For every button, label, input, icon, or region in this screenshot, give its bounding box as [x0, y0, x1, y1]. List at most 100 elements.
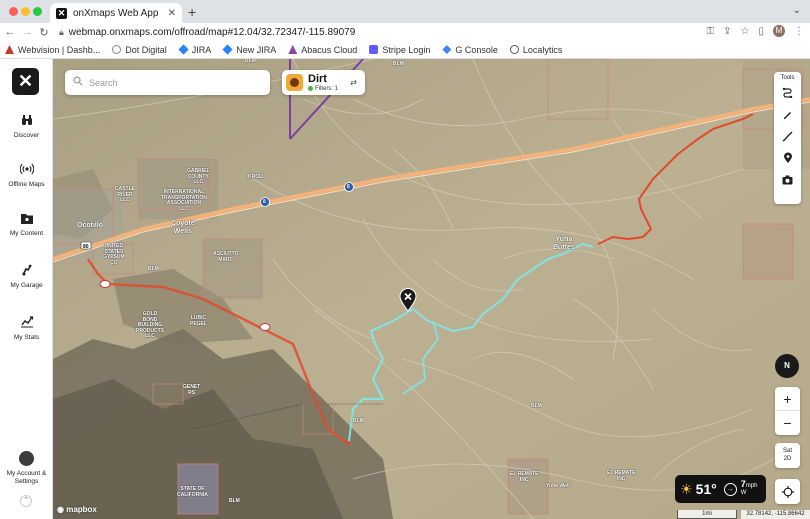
onx-logo[interactable]: ✕	[12, 68, 39, 95]
add-photo-button[interactable]	[774, 169, 801, 191]
forward-button[interactable]: →	[20, 26, 34, 38]
wind-readout: 7mph W	[741, 480, 758, 497]
draw-line-button[interactable]	[774, 103, 801, 125]
map-label: CASTLE RIVER LLC	[115, 186, 135, 203]
map-search-bar[interactable]	[65, 70, 270, 95]
sidebar-item-discover[interactable]: Discover	[0, 112, 53, 140]
profile-avatar[interactable]: M	[773, 25, 785, 37]
camera-icon	[782, 175, 793, 185]
swap-arrows-icon[interactable]: ⇄	[350, 78, 357, 87]
sidebar-item-my-stats[interactable]: My Stats	[0, 314, 53, 342]
bookmark-localytics[interactable]: Localytics	[509, 45, 562, 55]
zoom-out-button[interactable]: −	[775, 411, 800, 435]
map-label: EL REMATE INC	[607, 470, 636, 482]
filter-count: Filters: 1	[315, 85, 339, 92]
url-field[interactable]: 🔒︎ webmap.onxmaps.com/offroad/map#12.04/…	[59, 24, 679, 40]
map-label: Yuha Well	[546, 483, 570, 489]
map-scale-bar: 1mi	[677, 510, 737, 519]
map-label: LUBIC PEGEL	[190, 315, 207, 327]
bookmark-new-jira[interactable]: New JIRA	[222, 44, 276, 55]
sidebar-item-offline-maps[interactable]: Offline Maps	[0, 161, 53, 189]
onx-favicon-icon: ✕	[56, 7, 67, 19]
reload-button[interactable]: ↻	[37, 26, 51, 39]
console-icon	[442, 45, 452, 54]
bookmark-jira[interactable]: JIRA	[178, 44, 211, 55]
filter-status-dot	[308, 86, 313, 91]
map-label: Yuha Buttes	[553, 236, 575, 251]
bookmark-star-icon[interactable]: ☆	[741, 26, 750, 37]
share-icon[interactable]: ⇪	[723, 26, 731, 37]
globe-icon	[509, 45, 519, 54]
avatar	[19, 451, 34, 466]
basemap-toggle-button[interactable]: Sat 2D	[775, 443, 800, 468]
add-waypoint-button[interactable]	[774, 147, 801, 169]
route-icon	[782, 87, 793, 98]
lock-icon[interactable]: 🔒︎	[59, 27, 64, 38]
vehicle-icon	[0, 262, 53, 278]
stats-icon	[0, 314, 53, 330]
new-tab-button[interactable]: +	[188, 4, 196, 20]
route-builder-button[interactable]	[774, 81, 801, 103]
map-label: BLM	[245, 59, 256, 64]
maximize-window-button[interactable]	[33, 7, 42, 16]
highway-shield-label: 8	[347, 184, 350, 190]
bookmark-abacus-cloud[interactable]: Abacus Cloud	[288, 45, 357, 55]
highway-shield-label: 8	[263, 199, 266, 205]
back-button[interactable]: ←	[3, 26, 17, 38]
dirt-layer-icon	[286, 74, 303, 91]
sidebar-item-my-garage[interactable]: My Garage	[0, 262, 53, 290]
map-label: KROLL	[248, 174, 266, 180]
sidebar-item-my-content[interactable]: My Content	[0, 210, 53, 238]
tools-label: Tools	[780, 75, 795, 81]
minimize-window-button[interactable]	[21, 7, 30, 16]
bookmark-webvision[interactable]: Webvision | Dashb...	[5, 45, 100, 55]
bookmarks-bar: Webvision | Dashb... Dot Digital JIRA Ne…	[0, 41, 810, 59]
locate-me-button[interactable]	[775, 479, 800, 504]
sidebar-item-label: My Garage	[10, 282, 43, 289]
globe-icon	[112, 45, 122, 54]
trail-marker-pin[interactable]	[399, 288, 417, 312]
browser-tab[interactable]: ✕ onXmaps Web App ✕	[50, 3, 182, 23]
compass-button[interactable]: N	[775, 354, 799, 378]
map-canvas[interactable]: BLM BLM BLM BLM BLM BLM GABRIEL COUNTY L…	[53, 59, 810, 519]
offline-signal-icon	[0, 161, 53, 177]
tab-title: onXmaps Web App	[73, 7, 159, 19]
key-icon[interactable]: ⚿	[707, 26, 715, 37]
sidebar-item-label: My Stats	[13, 334, 40, 341]
browser-menu-icon[interactable]: ⋮	[794, 26, 804, 37]
sun-icon: ☀	[680, 480, 693, 497]
draw-track-button[interactable]	[774, 125, 801, 147]
map-layer-selector[interactable]: Dirt Filters: 1 ⇄	[282, 70, 365, 95]
map-label: GOLD BOND BUILDING PRODUCTS LLC	[136, 311, 165, 339]
zoom-controls: + −	[775, 387, 800, 435]
sidebar-item-label: My Account & Settings	[6, 470, 47, 485]
close-window-button[interactable]	[9, 7, 18, 16]
sidebar-item-account[interactable]: My Account & Settings	[0, 451, 53, 486]
map-label: BLM	[393, 61, 404, 67]
abacus-icon	[288, 45, 298, 54]
bookmark-stripe[interactable]: Stripe Login	[369, 45, 430, 55]
collapse-sidebar-button[interactable]: ⌃	[20, 495, 32, 507]
close-tab-icon[interactable]: ✕	[168, 8, 176, 19]
sidebar-item-label: Discover	[13, 132, 40, 139]
tab-search-icon[interactable]: ⌄	[793, 5, 801, 16]
wind-unit: mph	[745, 483, 758, 489]
weather-widget[interactable]: ☀ 51° → 7mph W	[675, 475, 766, 503]
satellite-map	[53, 59, 810, 519]
basemap-type: Sat	[782, 448, 792, 454]
map-label: GABRIEL COUNTY LLC	[187, 168, 210, 185]
map-label: UNITED STATES GYPSUM CO	[103, 243, 125, 266]
coordinates-readout: 32.78142, -115.86642	[741, 510, 810, 519]
folder-icon	[0, 210, 53, 226]
map-label: BLM	[531, 403, 542, 409]
mapbox-attribution[interactable]: ◉ mapbox	[57, 505, 97, 514]
map-label: Ocotillo	[77, 222, 104, 229]
app-sidebar: ✕ Discover Offline Maps My Content My Ga…	[0, 59, 53, 519]
map-label: INTERNATIONAL TRANSPORTATION ASSOCIATION…	[161, 189, 207, 212]
map-label: BLM	[229, 498, 240, 504]
bookmark-dot-digital[interactable]: Dot Digital	[112, 45, 167, 55]
search-input[interactable]	[89, 77, 249, 88]
zoom-in-button[interactable]: +	[775, 387, 800, 411]
bookmark-g-console[interactable]: G Console	[442, 45, 498, 55]
side-panel-icon[interactable]: ▯	[758, 26, 764, 37]
